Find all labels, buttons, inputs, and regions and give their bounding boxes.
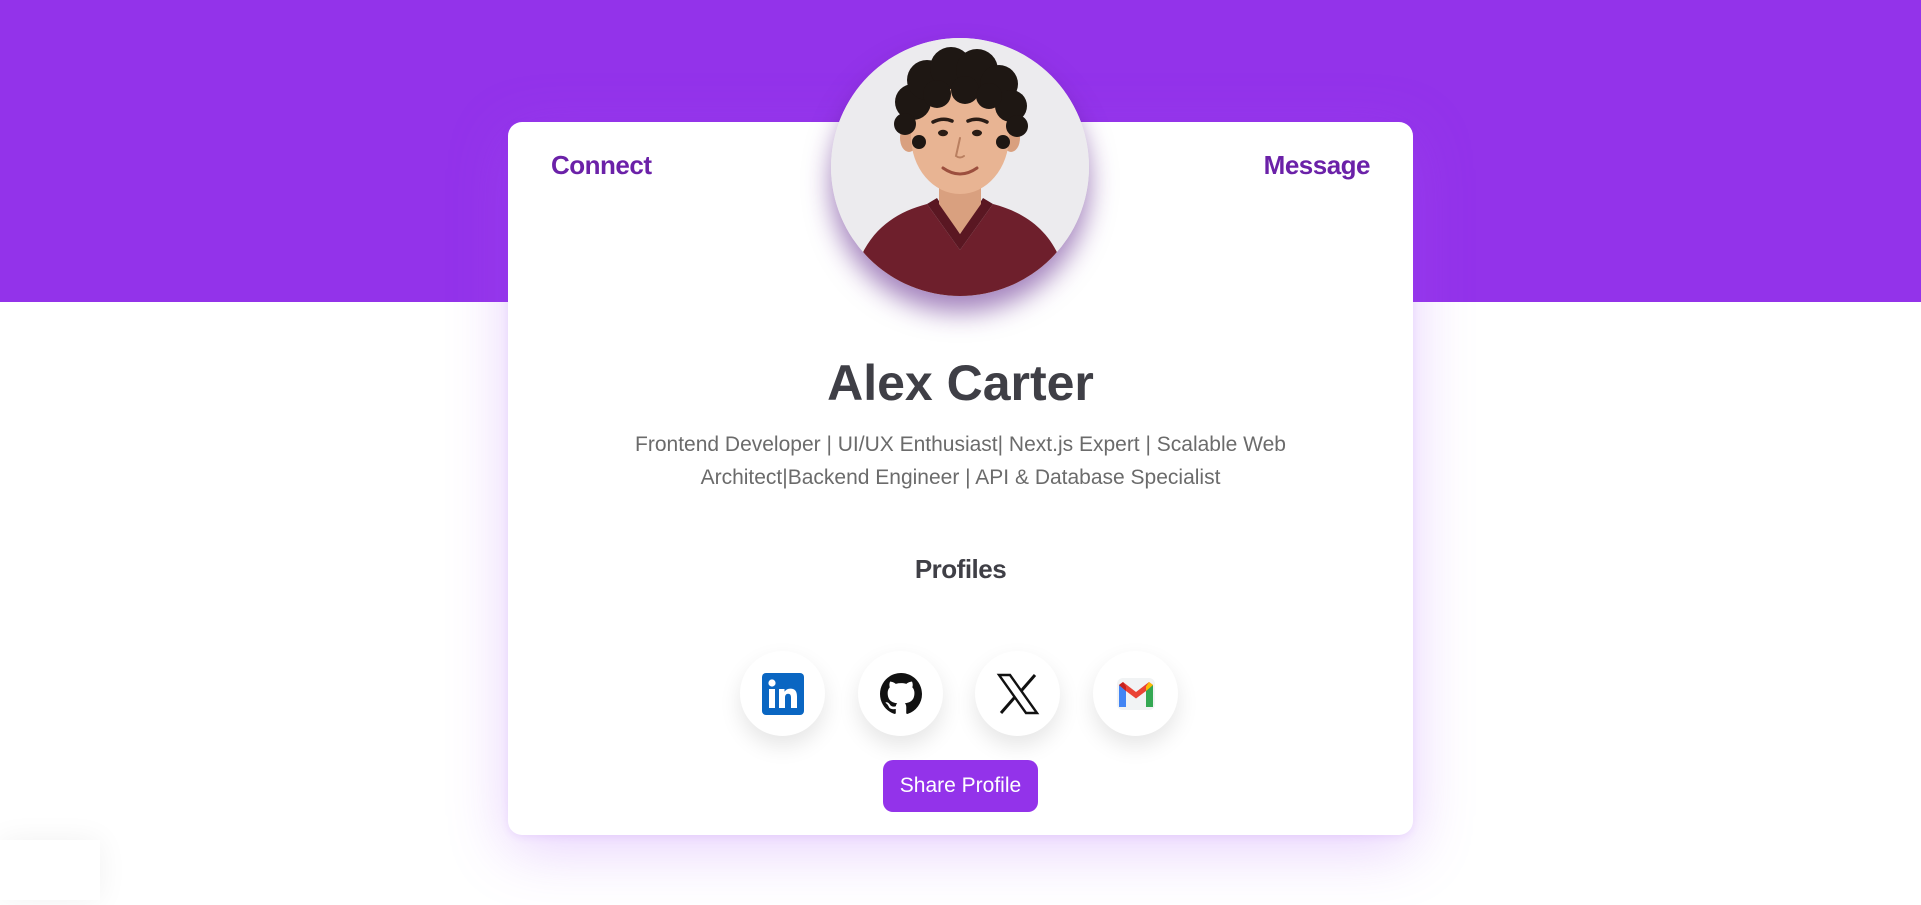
profiles-heading: Profiles — [914, 554, 1007, 584]
gmail-icon — [1116, 677, 1155, 710]
social-links — [740, 651, 1181, 736]
gmail-link[interactable] — [1093, 651, 1178, 736]
share-profile-button[interactable]: Share Profile — [883, 760, 1038, 812]
github-link[interactable] — [858, 651, 943, 736]
x-icon — [996, 673, 1039, 714]
profile-avatar — [831, 38, 1089, 296]
linkedin-icon — [761, 672, 804, 715]
profile-page: Connect Message Alex Carter Frontend Dev… — [0, 0, 1921, 905]
corner-panel — [0, 840, 100, 900]
profile-photo-icon — [831, 38, 1089, 296]
x-link[interactable] — [975, 651, 1060, 736]
profile-bio: Frontend Developer | UI/UX Enthusiast| N… — [635, 433, 1286, 489]
github-icon — [879, 672, 922, 714]
linkedin-link[interactable] — [740, 651, 825, 736]
connect-link[interactable]: Connect — [551, 150, 652, 181]
profile-name: Alex Carter — [827, 355, 1094, 411]
message-link[interactable]: Message — [1264, 150, 1371, 181]
